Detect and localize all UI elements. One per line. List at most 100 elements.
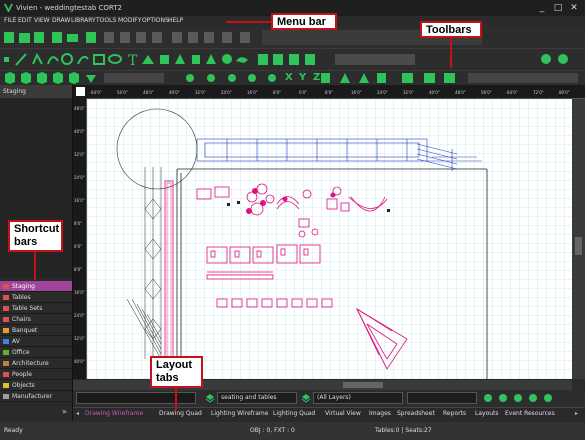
tab-drawing-wireframe[interactable]: Drawing Wireframe bbox=[85, 410, 143, 417]
shortcut-label: Manufacturer bbox=[12, 393, 53, 400]
ruler-origin-button[interactable] bbox=[76, 87, 85, 96]
shortcut-objects[interactable]: Objects bbox=[0, 380, 72, 391]
panel-expand-chevron-icon[interactable]: » bbox=[62, 407, 67, 416]
ellipse-tool-icon[interactable] bbox=[108, 52, 122, 66]
horizontal-scrollbar[interactable] bbox=[73, 380, 572, 390]
ruler-tick-label: 24'0" bbox=[221, 90, 232, 95]
new-file-icon[interactable] bbox=[5, 30, 19, 44]
shortcut-label: Table Sets bbox=[12, 305, 43, 312]
callout-toolbars: Toolbars bbox=[420, 21, 482, 38]
ruler-tick-label: 8'0" bbox=[74, 221, 83, 226]
shortcut-label: Tables bbox=[12, 294, 31, 301]
shortcut-label: Staging bbox=[12, 283, 35, 290]
minimize-button[interactable]: _ bbox=[536, 0, 548, 16]
tab-lighting-quad[interactable]: Lighting Quad bbox=[273, 410, 315, 417]
menu-library[interactable]: LIBRARY bbox=[71, 17, 96, 24]
polyline-tool-icon[interactable] bbox=[32, 52, 46, 66]
tab-virtual-view[interactable]: Virtual View bbox=[325, 410, 361, 417]
ruler-tick-label: 32'0" bbox=[195, 90, 206, 95]
paste-icon[interactable] bbox=[136, 30, 150, 44]
shortcut-people[interactable]: People bbox=[0, 369, 72, 380]
architecture-icon bbox=[3, 361, 9, 366]
rectangle-tool-icon[interactable] bbox=[92, 52, 106, 66]
vertical-scrollbar[interactable] bbox=[572, 99, 585, 379]
shortcut-architecture[interactable]: Architecture bbox=[0, 358, 72, 369]
save-icon[interactable] bbox=[35, 30, 49, 44]
maximize-button[interactable]: □ bbox=[552, 0, 564, 16]
shortcut-manufacturer[interactable]: Manufacturer bbox=[0, 391, 72, 402]
shortcut-staging[interactable]: Staging bbox=[0, 281, 72, 292]
layer-tools-icons[interactable] bbox=[483, 393, 563, 404]
vertical-scroll-thumb[interactable] bbox=[575, 237, 582, 255]
menu-options[interactable]: OPTIONS bbox=[142, 17, 169, 24]
tab-reports[interactable]: Reports bbox=[443, 410, 466, 417]
shortcut-label: Office bbox=[12, 349, 30, 356]
shortcut-label: AV bbox=[12, 338, 20, 345]
ruler-tick-label: 40'0" bbox=[74, 359, 85, 364]
window-title: Vivien - weddingtestab CORT2 bbox=[16, 4, 123, 12]
shortcut-tables[interactable]: Tables bbox=[0, 292, 72, 303]
layer-filter-dropdown[interactable]: (All Layers) bbox=[313, 392, 403, 404]
ruler-tick-label: 16'0" bbox=[74, 290, 85, 295]
shortcut-label: Architecture bbox=[12, 360, 49, 367]
tab-drawing-quad[interactable]: Drawing Quad bbox=[159, 410, 202, 417]
copy-icon[interactable] bbox=[120, 30, 134, 44]
ruler-tick-label: 56'0" bbox=[117, 90, 128, 95]
horizontal-scroll-thumb[interactable] bbox=[343, 382, 383, 388]
menu-help[interactable]: HELP bbox=[168, 17, 183, 24]
undo-icon[interactable] bbox=[172, 30, 186, 44]
open-folder-icon[interactable] bbox=[20, 30, 34, 44]
cut-icon[interactable] bbox=[104, 30, 118, 44]
menu-file[interactable]: FILE bbox=[4, 17, 16, 24]
ruler-tick-label: 40'0" bbox=[74, 129, 85, 134]
tabs-scroll-left-icon[interactable]: ◂ bbox=[76, 410, 79, 417]
text-tool-icon[interactable] bbox=[126, 52, 140, 66]
ruler-left: 48'0" 40'0" 32'0" 24'0" 16'0" 8'0" 0'0" … bbox=[73, 98, 87, 379]
print-preview-icon[interactable] bbox=[53, 30, 67, 44]
curve-tool-icon[interactable] bbox=[77, 52, 91, 66]
shortcut-office[interactable]: Office bbox=[0, 347, 72, 358]
ruler-top: 64'0" 56'0" 48'0" 40'0" 32'0" 24'0" 16'0… bbox=[73, 85, 585, 99]
screen-icon[interactable] bbox=[86, 30, 100, 44]
blank-dropdown[interactable] bbox=[407, 392, 477, 404]
ruler-tick-label: 32'0" bbox=[74, 152, 85, 157]
toolbar-row-3: X Y Z bbox=[0, 71, 585, 86]
ruler-tick-label: 72'0" bbox=[533, 90, 544, 95]
tabs-scroll-right-icon[interactable]: ▸ bbox=[575, 410, 578, 417]
refresh-icon[interactable] bbox=[204, 30, 218, 44]
object-layer-dropdown[interactable]: seating and tables bbox=[217, 392, 297, 404]
menu-view[interactable]: VIEW bbox=[34, 17, 50, 24]
shortcut-label: Banquet bbox=[12, 327, 38, 334]
tab-images[interactable]: Images bbox=[369, 410, 391, 417]
tab-event-resources[interactable]: Event Resources bbox=[505, 410, 555, 417]
circle-tool-icon[interactable] bbox=[60, 52, 74, 66]
callout-toolbars-arrow bbox=[450, 38, 452, 68]
menu-modify[interactable]: MODIFY bbox=[118, 17, 141, 24]
shortcut-av[interactable]: AV bbox=[0, 336, 72, 347]
tab-layouts[interactable]: Layouts bbox=[475, 410, 499, 417]
floor-plan-drawing[interactable] bbox=[87, 99, 585, 379]
menu-edit[interactable]: EDIT bbox=[18, 17, 32, 24]
y-axis-button[interactable]: Y bbox=[299, 72, 306, 83]
command-input[interactable] bbox=[76, 392, 196, 404]
menu-draw[interactable]: DRAW bbox=[52, 17, 70, 24]
shortcut-banquet[interactable]: Banquet bbox=[0, 325, 72, 336]
drawing-canvas[interactable]: 64'0" 56'0" 48'0" 40'0" 32'0" 24'0" 16'0… bbox=[73, 85, 585, 379]
redo-icon[interactable] bbox=[188, 30, 202, 44]
print-icon[interactable] bbox=[68, 30, 82, 44]
callout-layout-tabs-arrow bbox=[175, 388, 177, 410]
tab-lighting-wireframe[interactable]: Lighting Wireframe bbox=[211, 410, 268, 417]
shortcut-table-sets[interactable]: Table Sets bbox=[0, 303, 72, 314]
ruler-tick-label: 24'0" bbox=[74, 313, 85, 318]
shortcut-chairs[interactable]: Chairs bbox=[0, 314, 72, 325]
line-tool-icon[interactable] bbox=[15, 52, 29, 66]
delete-icon[interactable] bbox=[152, 30, 166, 44]
x-axis-button[interactable]: X bbox=[285, 72, 293, 83]
ruler-tick-label: 32'0" bbox=[74, 336, 85, 341]
close-button[interactable]: ✕ bbox=[568, 0, 580, 16]
menu-tools[interactable]: TOOLS bbox=[96, 17, 116, 24]
z-axis-button[interactable]: Z bbox=[313, 72, 320, 83]
tab-spreadsheet[interactable]: Spreadsheet bbox=[397, 410, 435, 417]
ruler-tick-label: 0'0" bbox=[74, 244, 83, 249]
ruler-tick-label: 64'0" bbox=[91, 90, 102, 95]
